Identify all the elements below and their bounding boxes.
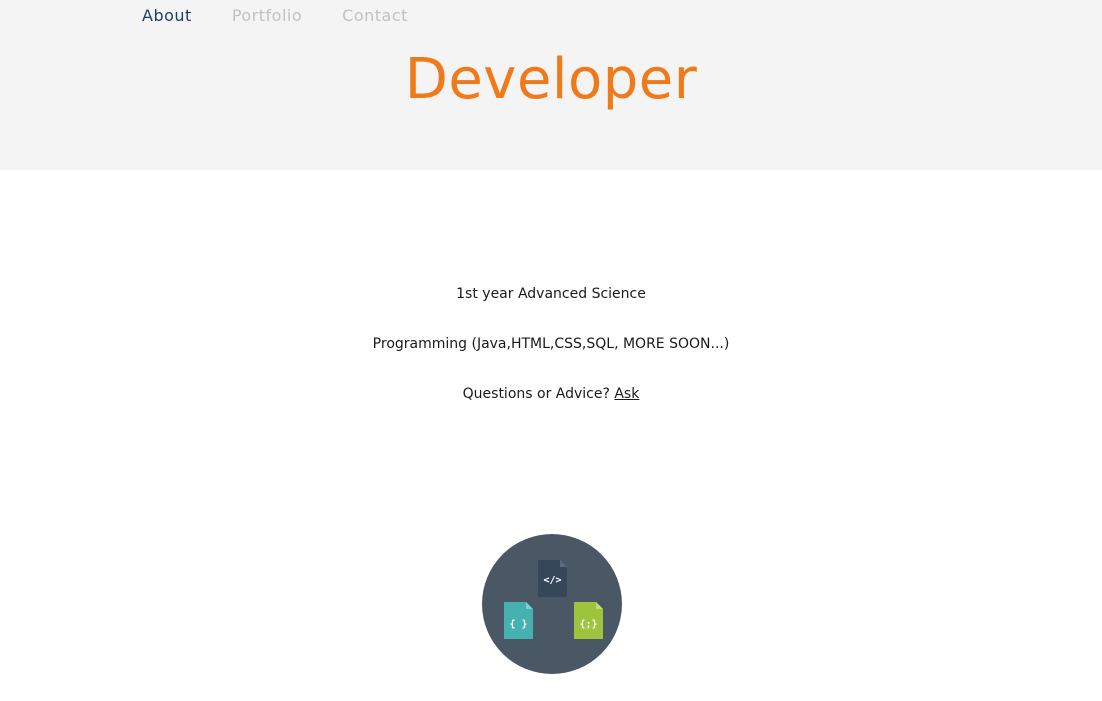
info-line-programming: Programming (Java,HTML,CSS,SQL, MORE SOO… — [372, 336, 730, 352]
css-file-icon: { } — [504, 602, 533, 639]
ask-link[interactable]: Ask — [614, 386, 639, 402]
header: About Portfolio Contact Developer — [0, 0, 1102, 170]
questions-text: Questions or Advice? — [462, 386, 615, 402]
code-files-logo: </> { } {;} — [482, 534, 622, 674]
info-line-year: 1st year Advanced Science — [456, 286, 646, 302]
js-file-icon: {;} — [574, 602, 603, 639]
css-file-glyph: { } — [509, 619, 527, 630]
html-file-glyph: </> — [543, 575, 561, 586]
nav-contact-link[interactable]: Contact — [342, 6, 408, 25]
nav-about-link[interactable]: About — [142, 6, 192, 25]
logo-circle — [482, 534, 622, 674]
top-nav: About Portfolio Contact — [142, 6, 408, 25]
page-title: Developer — [404, 47, 698, 112]
nav-portfolio-link[interactable]: Portfolio — [232, 6, 302, 25]
html-file-icon: </> — [538, 560, 567, 597]
info-line-questions: Questions or Advice? Ask — [0, 384, 1102, 404]
js-file-glyph: {;} — [579, 619, 597, 630]
